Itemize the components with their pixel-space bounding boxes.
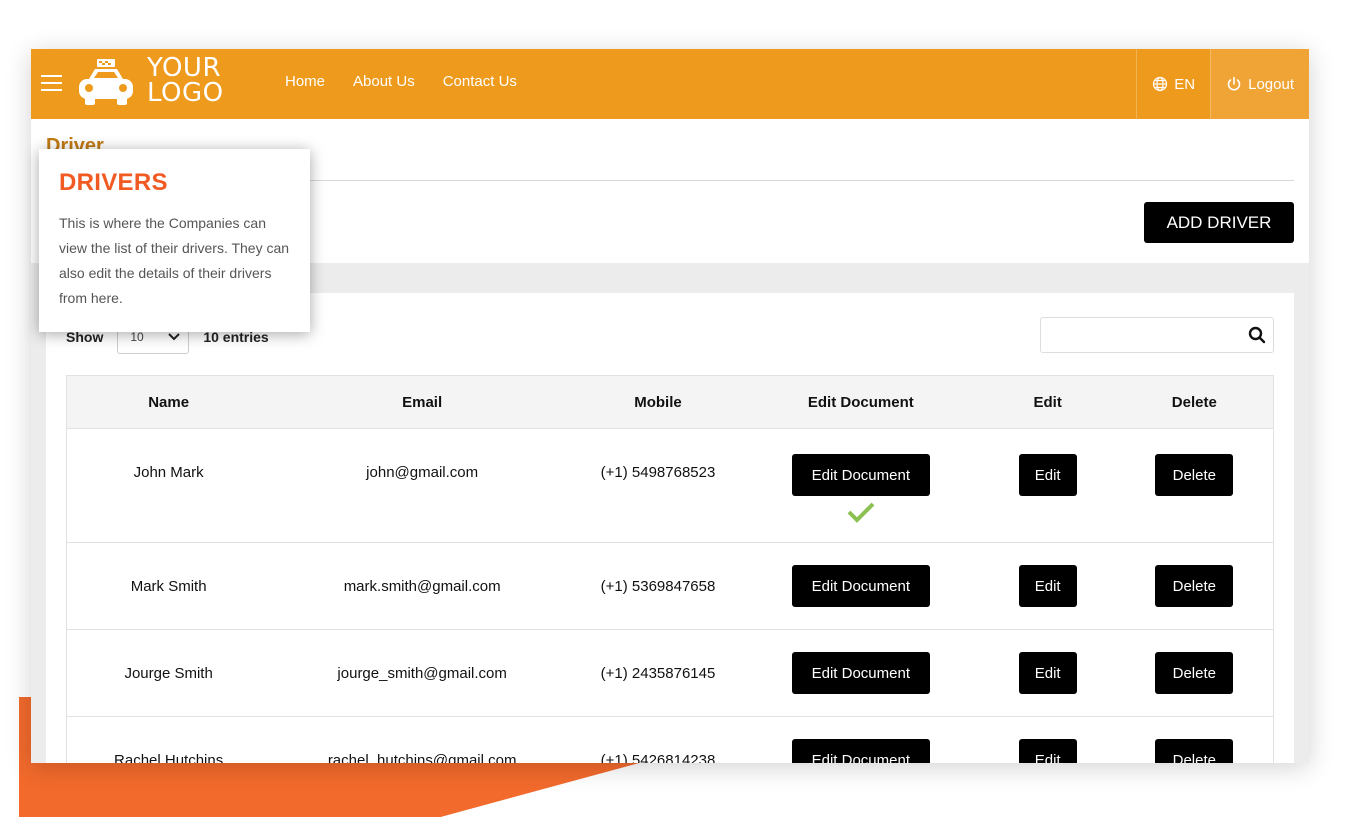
chevron-down-icon <box>168 333 181 341</box>
logo-text[interactable]: YOUR LOGO <box>147 55 224 106</box>
edit-document-cell: Edit Document <box>741 542 980 630</box>
search-icon[interactable] <box>1248 326 1266 344</box>
onboarding-tooltip: DRIVERS This is where the Companies can … <box>39 149 310 332</box>
search-input[interactable] <box>1049 318 1243 352</box>
edit-button[interactable]: Edit <box>1018 565 1077 607</box>
driver-name: Mark Smith <box>66 542 271 630</box>
edit-document-button[interactable]: Edit Document <box>791 652 930 694</box>
nav-contact[interactable]: Contact Us <box>443 73 517 90</box>
table-row: John Mark john@gmail.com (+1) 5498768523… <box>66 428 1274 543</box>
header-actions: EN Logout <box>1136 49 1309 119</box>
table-header-row: Name Email Mobile Edit Document Edit Del… <box>66 375 1274 429</box>
edit-cell: Edit <box>979 629 1116 717</box>
table-row: Mark Smith mark.smith@gmail.com (+1) 536… <box>66 542 1274 630</box>
driver-name: Jourge Smith <box>66 629 271 717</box>
check-icon <box>847 502 875 523</box>
main-nav: Home About Us Contact Us <box>285 73 517 90</box>
taxi-icon <box>79 59 133 105</box>
column-header-edit-document[interactable]: Edit Document <box>741 375 980 429</box>
driver-email: mark.smith@gmail.com <box>270 542 575 630</box>
driver-name: John Mark <box>66 428 271 543</box>
logout-label: Logout <box>1248 75 1294 93</box>
tooltip-title: DRIVERS <box>59 169 168 196</box>
column-header-delete[interactable]: Delete <box>1115 375 1274 429</box>
top-navbar: YOUR LOGO Home About Us Contact Us EN Lo… <box>31 49 1309 119</box>
driver-email: jourge_smith@gmail.com <box>270 629 575 717</box>
hamburger-icon[interactable] <box>41 75 62 91</box>
driver-name: Rachel Hutchins <box>66 716 271 763</box>
edit-document-button[interactable]: Edit Document <box>791 454 930 496</box>
edit-document-button[interactable]: Edit Document <box>791 565 930 607</box>
column-header-edit[interactable]: Edit <box>979 375 1116 429</box>
delete-cell: Delete <box>1115 716 1274 763</box>
delete-button[interactable]: Delete <box>1155 652 1234 694</box>
globe-icon <box>1153 76 1168 92</box>
edit-button[interactable]: Edit <box>1018 652 1077 694</box>
edit-cell: Edit <box>979 542 1116 630</box>
driver-mobile: (+1) 5426814238 <box>574 716 742 763</box>
edit-cell: Edit <box>979 716 1116 763</box>
edit-button[interactable]: Edit <box>1018 739 1077 763</box>
edit-document-cell: Edit Document <box>741 716 980 763</box>
driver-mobile: (+1) 5369847658 <box>574 542 742 630</box>
column-header-email[interactable]: Email <box>270 375 575 429</box>
delete-button[interactable]: Delete <box>1155 739 1234 763</box>
delete-cell: Delete <box>1115 428 1274 543</box>
delete-cell: Delete <box>1115 542 1274 630</box>
nav-about[interactable]: About Us <box>353 73 415 90</box>
table-row: Rachel Hutchins rachel_hutchins@gmail.co… <box>66 716 1274 763</box>
search-box <box>1040 317 1274 353</box>
language-label: EN <box>1174 75 1196 93</box>
add-driver-button[interactable]: ADD DRIVER <box>1144 202 1294 243</box>
nav-home[interactable]: Home <box>285 73 325 90</box>
driver-email: rachel_hutchins@gmail.com <box>270 716 575 763</box>
delete-button[interactable]: Delete <box>1155 565 1234 607</box>
column-header-mobile[interactable]: Mobile <box>574 375 742 429</box>
language-selector[interactable]: EN <box>1136 49 1210 119</box>
edit-document-cell: Edit Document <box>741 428 980 543</box>
page-length-value: 10 <box>130 330 144 344</box>
edit-document-cell: Edit Document <box>741 629 980 717</box>
edit-document-button[interactable]: Edit Document <box>791 739 930 763</box>
edit-button[interactable]: Edit <box>1018 454 1077 496</box>
driver-email: john@gmail.com <box>270 428 575 543</box>
driver-mobile: (+1) 2435876145 <box>574 629 742 717</box>
drivers-table-card: Show 10 10 entries Name Email Mobile Edi… <box>46 293 1294 763</box>
logout-button[interactable]: Logout <box>1210 49 1309 119</box>
tooltip-body: This is where the Companies can view the… <box>59 215 290 306</box>
column-header-name[interactable]: Name <box>66 375 271 429</box>
edit-cell: Edit <box>979 428 1116 543</box>
power-icon <box>1227 76 1241 91</box>
drivers-table: Name Email Mobile Edit Document Edit Del… <box>66 375 1274 763</box>
driver-mobile: (+1) 5498768523 <box>574 428 742 543</box>
delete-button[interactable]: Delete <box>1155 454 1234 496</box>
table-row: Jourge Smith jourge_smith@gmail.com (+1)… <box>66 629 1274 717</box>
delete-cell: Delete <box>1115 629 1274 717</box>
